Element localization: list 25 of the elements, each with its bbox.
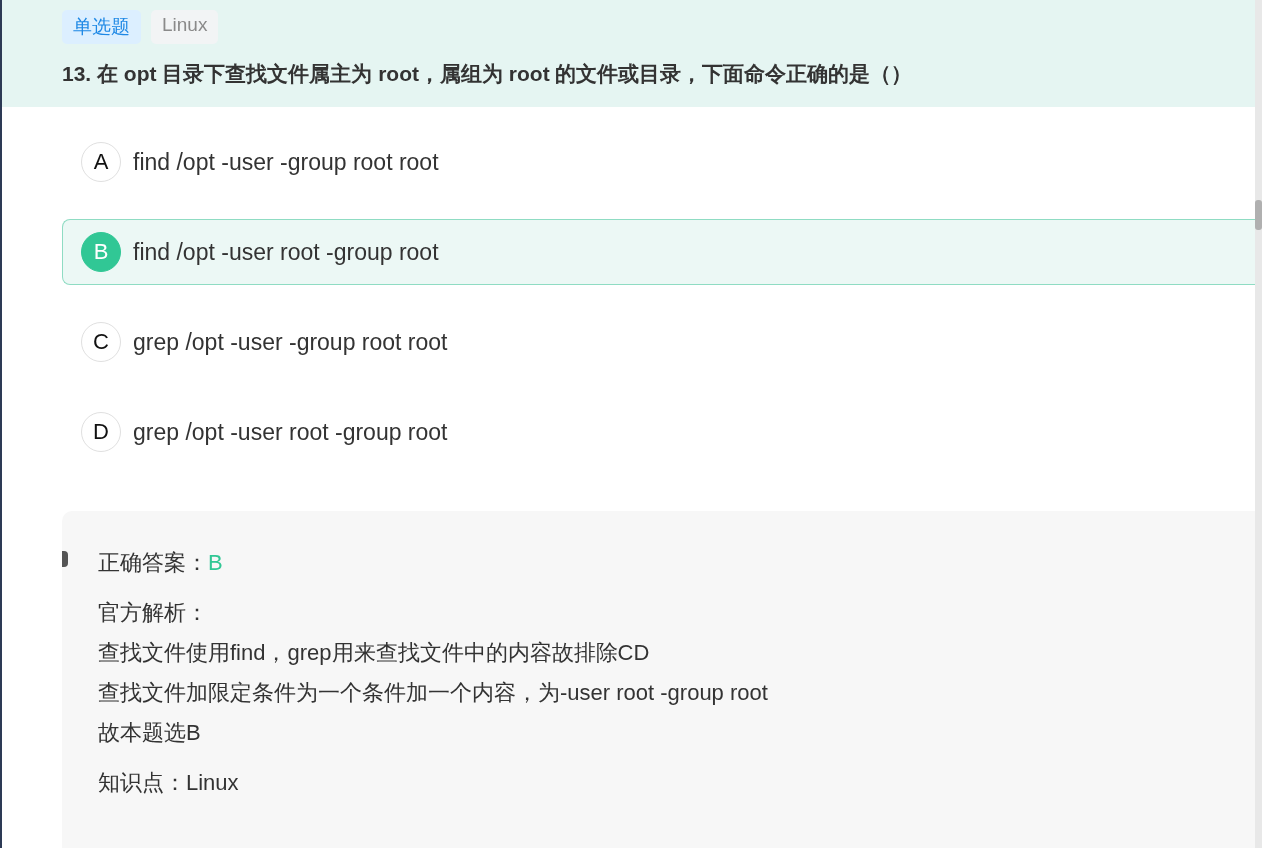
question-text: 13. 在 opt 目录下查找文件属主为 root，属组为 root 的文件或目录，下面命令正确的是（） [62, 61, 914, 87]
analysis-line: 查找文件使用find，grep用来查找文件中的内容故排除CD [98, 639, 651, 667]
answer-option[interactable]: A find /opt -user -group root root [62, 129, 1255, 195]
knowledge-point: 知识点：Linux [98, 769, 240, 797]
analysis-title: 官方解析： [98, 599, 209, 627]
scrollbar-thumb[interactable] [1255, 200, 1262, 230]
answer-option[interactable]: B find /opt -user root -group root [62, 219, 1255, 285]
marker-icon [62, 551, 68, 567]
analysis-line: 故本题选B [98, 719, 202, 747]
answer-option[interactable]: C grep /opt -user -group root root [62, 309, 1255, 375]
option-letter: D [81, 412, 121, 452]
scrollbar[interactable] [1255, 0, 1262, 848]
option-letter: B [81, 232, 121, 272]
answer-label: 正确答案： [98, 550, 208, 575]
option-text: grep /opt -user -group root root [133, 328, 448, 356]
question-tag: Linux [151, 10, 219, 44]
option-letter: C [81, 322, 121, 362]
question-tag: 单选题 [62, 10, 141, 44]
option-text: find /opt -user root -group root [133, 238, 439, 266]
analysis-line: 查找文件加限定条件为一个条件加一个内容，为-user root -group root [98, 679, 769, 707]
answer-option[interactable]: D grep /opt -user root -group root [62, 399, 1255, 465]
option-text: grep /opt -user root -group root [133, 418, 448, 446]
option-text: find /opt -user -group root root [133, 148, 439, 176]
answer-value: B [208, 550, 223, 575]
option-letter: A [81, 142, 121, 182]
